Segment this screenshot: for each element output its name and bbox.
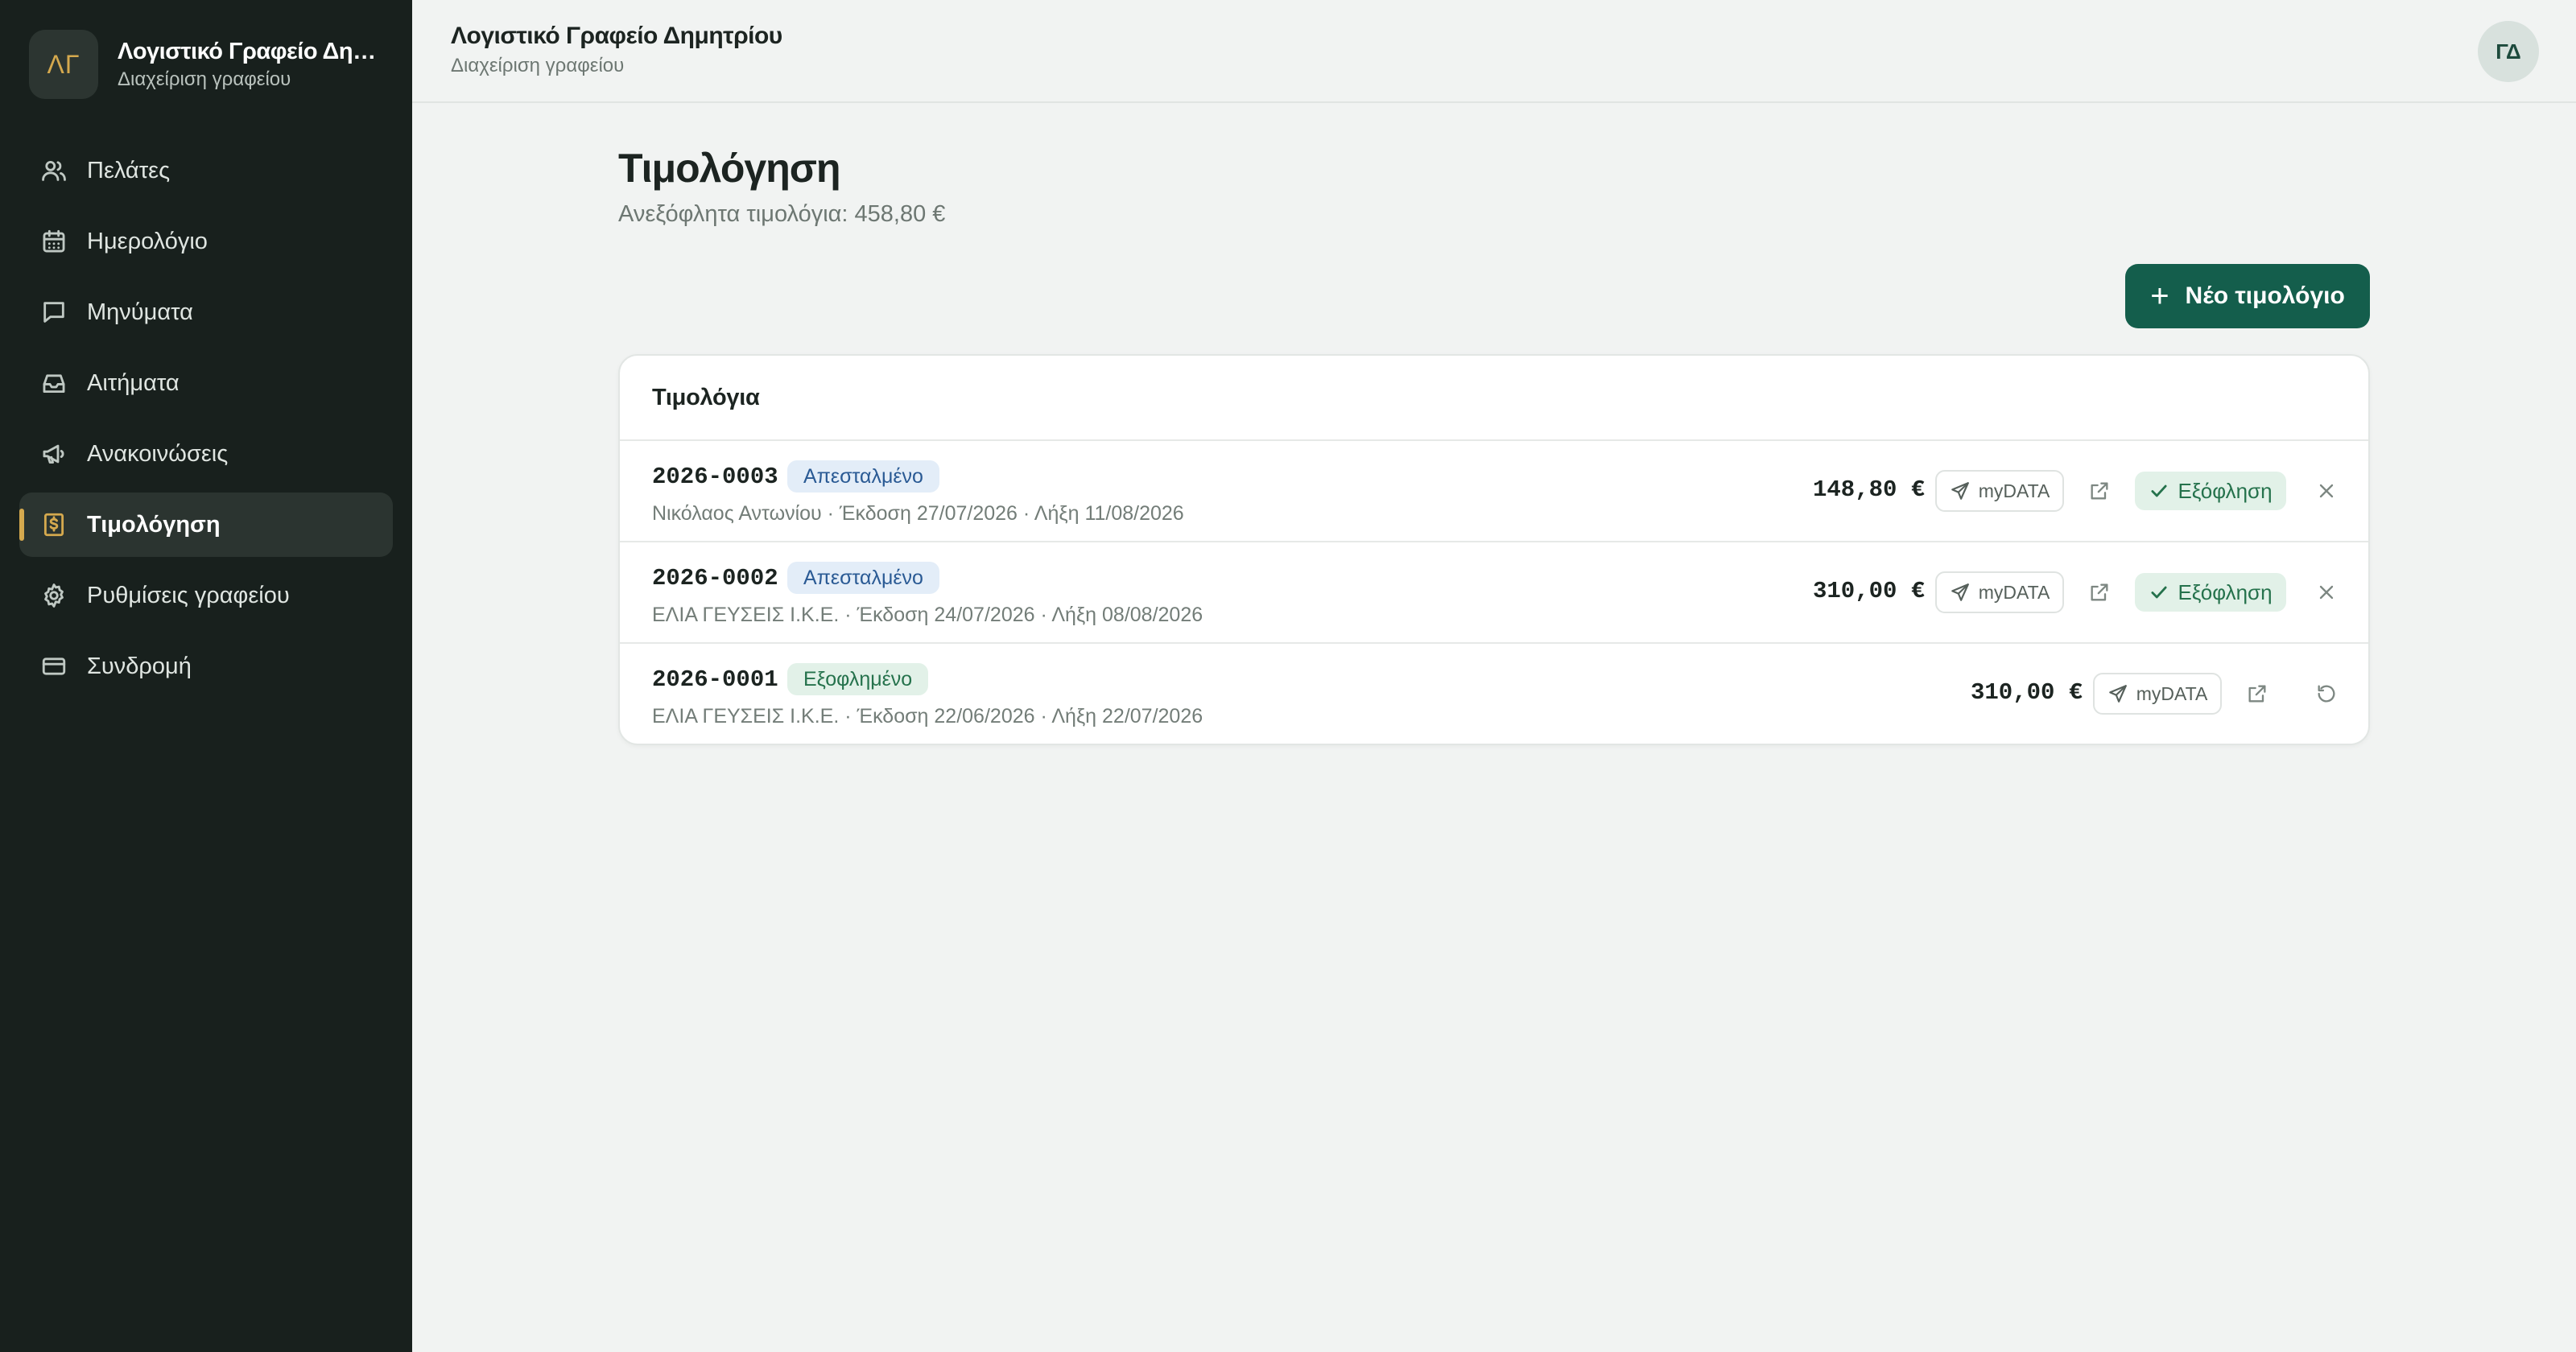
invoice-icon [40,511,68,538]
sidebar-item-label: Μηνύματα [87,299,193,325]
external-link-icon [2248,685,2266,703]
send-icon [1951,583,1969,601]
sidebar-item-label: Αιτήματα [87,369,180,396]
mydata-button[interactable]: myDATA [1935,571,2064,613]
new-invoice-button[interactable]: + Νέο τιμολόγιο [2125,264,2370,328]
mydata-button[interactable]: myDATA [1935,470,2064,512]
new-invoice-label: Νέο τιμολόγιο [2185,282,2345,309]
external-link-icon [2091,482,2108,500]
card-title: Τιμολόγια [620,356,2368,441]
sidebar-item-label: Ημερολόγιο [87,228,208,254]
status-badge: Εξοφλημένο [787,663,929,695]
sidebar-item-label: Ρυθμίσεις γραφείου [87,582,290,608]
cancel-invoice-button[interactable] [2309,473,2344,509]
megaphone-icon [40,440,68,468]
open-external-button[interactable] [2240,676,2275,711]
settle-label: Εξόφληση [2178,478,2273,503]
close-icon [2319,484,2334,498]
plus-icon: + [2150,278,2169,314]
sidebar: ΛΓ Λογιστικό Γραφείο Δημ... Διαχείριση γ… [0,0,412,1352]
page-title: Τιμολόγηση [618,146,840,191]
status-badge: Απεσταλμένο [787,460,939,493]
sidebar-item-messages[interactable]: Μηνύματα [19,280,393,344]
settle-label: Εξόφληση [2178,579,2273,604]
settle-button[interactable]: Εξόφληση [2135,573,2286,612]
mydata-label: myDATA [1978,480,2050,501]
sidebar-item-label: Πελάτες [87,157,171,183]
sidebar-item-subscription[interactable]: Συνδρομή [19,634,393,699]
top-header: Λογιστικό Γραφείο Δημητρίου Διαχείριση γ… [412,0,2576,103]
undo-icon [2318,685,2335,703]
invoices-card: Τιμολόγια 2026-0003 Απεσταλμένο Νικόλαος… [618,354,2370,745]
brand-name: Λογιστικό Γραφείο Δημ... [118,38,383,64]
table-row[interactable]: 2026-0002 Απεσταλμένο ΕΛΙΑ ΓΕΥΣΕΙΣ Ι.Κ.Ε… [620,542,2368,644]
sidebar-item-requests[interactable]: Αιτήματα [19,351,393,415]
office-title: Λογιστικό Γραφείο Δημητρίου [451,23,782,49]
mydata-button[interactable]: myDATA [2093,673,2222,715]
sidebar-item-calendar[interactable]: Ημερολόγιο [19,209,393,274]
avatar[interactable]: ΓΔ [2478,21,2539,82]
settle-button[interactable]: Εξόφληση [2135,472,2286,510]
invoice-amount: 310,00 € [1971,679,2083,706]
revert-payment-button[interactable] [2309,676,2344,711]
sidebar-item-label: Τιμολόγηση [87,511,221,538]
sidebar-item-label: Συνδρομή [87,653,192,679]
invoice-amount: 148,80 € [1813,476,1926,503]
invoice-amount: 310,00 € [1813,578,1926,604]
brand-subtitle: Διαχείριση γραφείου [118,68,291,90]
sidebar-item-label: Ανακοινώσεις [87,440,229,467]
open-external-button[interactable] [2082,575,2117,610]
brand-logo: ΛΓ [29,30,98,99]
open-external-button[interactable] [2082,473,2117,509]
mydata-label: myDATA [1978,581,2050,603]
invoice-number: 2026-0002 [652,565,778,592]
gear-icon [40,582,68,609]
close-icon [2319,585,2334,600]
office-subtitle: Διαχείριση γραφείου [451,55,625,76]
mydata-label: myDATA [2136,682,2208,704]
outstanding-summary: Ανεξόφλητα τιμολόγια: 458,80 € [618,201,946,227]
status-badge: Απεσταλμένο [787,562,939,594]
invoice-meta: ΕΛΙΑ ΓΕΥΣΕΙΣ Ι.Κ.Ε. · Έκδοση 22/06/2026 … [652,705,1203,728]
send-icon [1951,482,1969,500]
message-icon [40,299,68,326]
sidebar-item-office-settings[interactable]: Ρυθμίσεις γραφείου [19,563,393,628]
send-icon [2108,685,2127,703]
external-link-icon [2091,583,2108,601]
sidebar-item-announcements[interactable]: Ανακοινώσεις [19,422,393,486]
table-row[interactable]: 2026-0003 Απεσταλμένο Νικόλαος Αντωνίου … [620,441,2368,542]
users-icon [40,157,68,184]
inbox-icon [40,369,68,397]
invoice-meta: Νικόλαος Αντωνίου · Έκδοση 27/07/2026 · … [652,502,1184,525]
brand: ΛΓ Λογιστικό Γραφείο Δημ... Διαχείριση γ… [29,29,383,100]
check-icon [2151,586,2167,599]
invoice-meta: ΕΛΙΑ ΓΕΥΣΕΙΣ Ι.Κ.Ε. · Έκδοση 24/07/2026 … [652,604,1203,626]
check-icon [2151,484,2167,497]
sidebar-item-invoicing[interactable]: Τιμολόγηση [19,493,393,557]
calendar-icon [40,228,68,255]
invoice-number: 2026-0003 [652,464,778,490]
table-row[interactable]: 2026-0001 Εξοφλημένο ΕΛΙΑ ΓΕΥΣΕΙΣ Ι.Κ.Ε.… [620,644,2368,744]
sidebar-item-clients[interactable]: Πελάτες [19,138,393,203]
invoice-number: 2026-0001 [652,666,778,693]
credit-card-icon [40,653,68,680]
cancel-invoice-button[interactable] [2309,575,2344,610]
sidebar-nav: Πελάτες Ημερολόγιο Μηνύματα Αιτήματα Ανα… [19,138,393,705]
